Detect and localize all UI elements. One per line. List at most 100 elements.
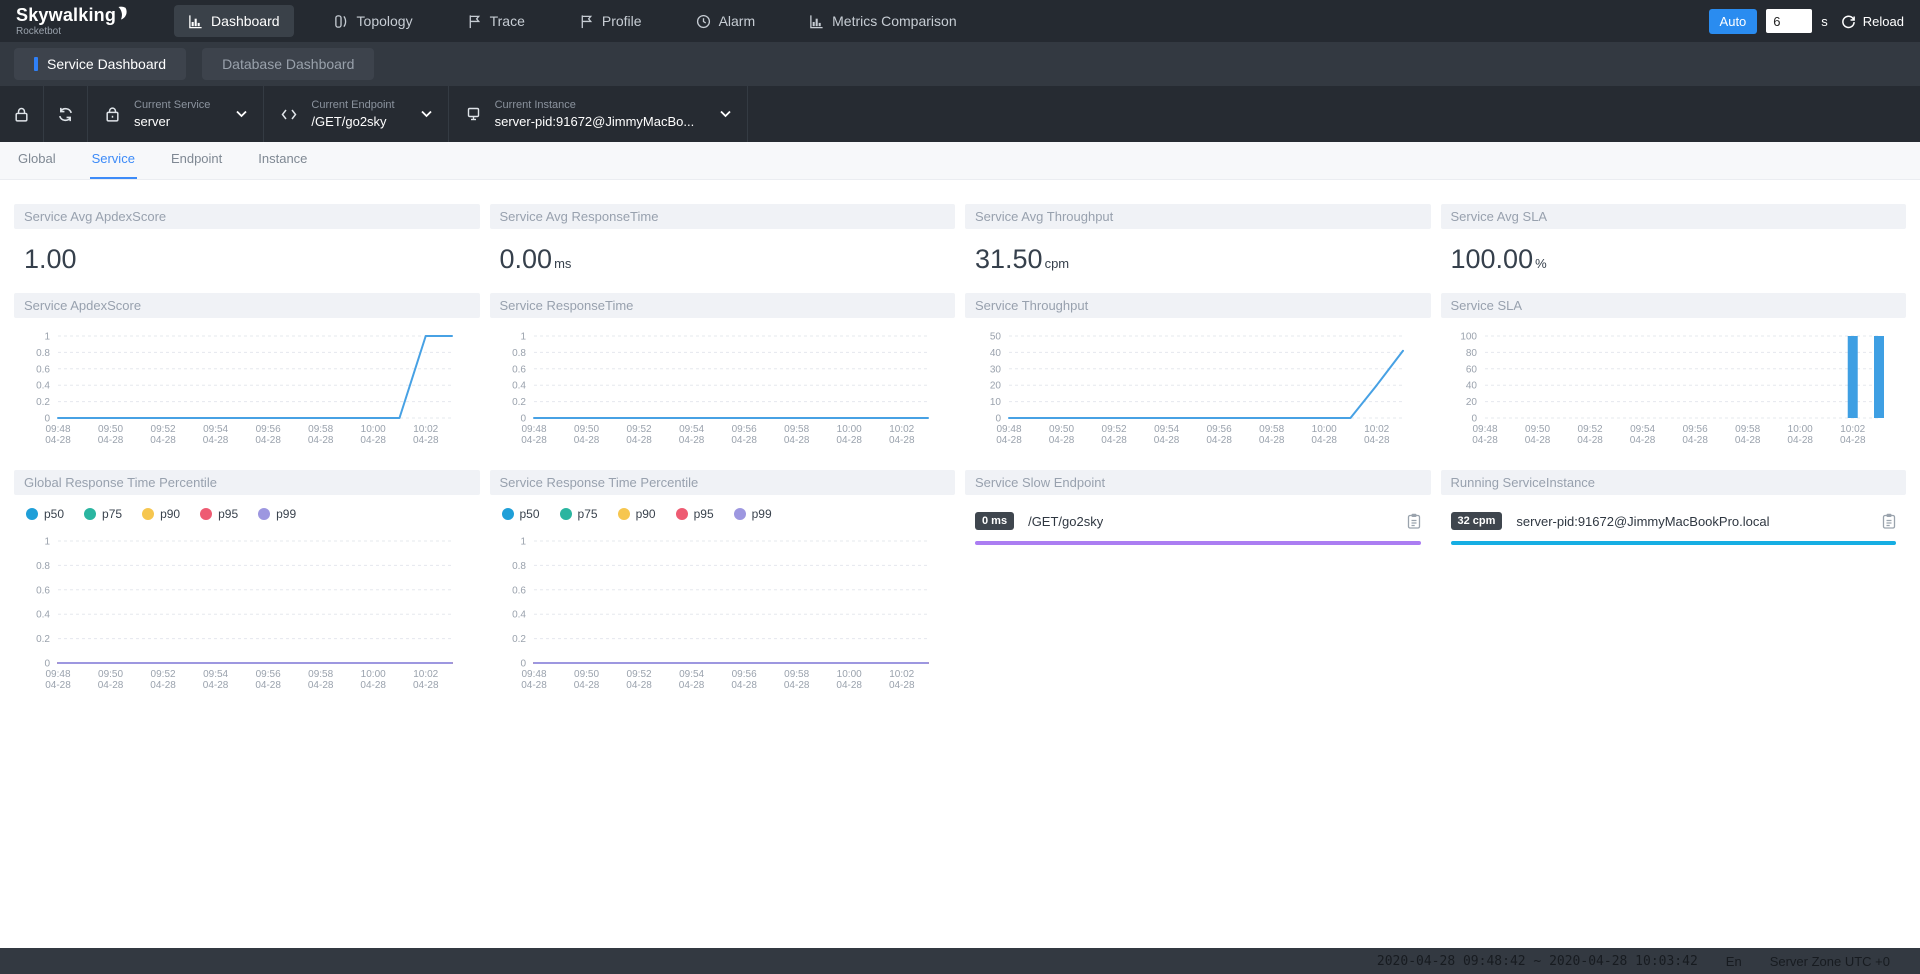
tab-database-dashboard[interactable]: Database Dashboard (202, 48, 374, 80)
legend-item[interactable]: p75 (560, 507, 598, 521)
svg-text:04-28: 04-28 (1154, 435, 1180, 446)
list-item: 0 ms /GET/go2sky (965, 495, 1431, 545)
copy-button[interactable] (1872, 513, 1896, 529)
nav-item-metrics-comparison[interactable]: Metrics Comparison (795, 5, 970, 37)
svg-text:04-28: 04-28 (98, 435, 124, 446)
chart-card-global-percentile: Global Response Time Percentile p50 p75 p9… (14, 470, 480, 695)
card-title: Service Avg Throughput (965, 204, 1431, 229)
svg-text:09:58: 09:58 (784, 424, 809, 435)
dash-tab-label: Database Dashboard (222, 56, 354, 72)
auto-button[interactable]: Auto (1709, 9, 1758, 34)
svg-text:09:48: 09:48 (996, 424, 1021, 435)
nav-item-label: Metrics Comparison (832, 13, 956, 29)
lock-icon (104, 106, 121, 123)
svg-text:1: 1 (44, 332, 50, 343)
legend-dot (84, 508, 96, 520)
lock-icon (13, 106, 30, 123)
nav-item-trace[interactable]: Trace (453, 5, 539, 37)
nav-item-profile[interactable]: Profile (565, 5, 656, 37)
nav-item-dashboard[interactable]: Dashboard (174, 5, 294, 37)
top-nav: Skywalking Rocketbot Dashboard Topology … (0, 0, 1920, 42)
chart-card-sla: Service SLA 02040608010009:4804-2809:500… (1441, 293, 1907, 450)
current-endpoint-select[interactable]: Current Endpoint /GET/go2sky (264, 86, 448, 142)
interval-input[interactable] (1766, 9, 1812, 33)
legend-label: p50 (520, 507, 540, 521)
copy-button[interactable] (1397, 513, 1421, 529)
legend-item[interactable]: p99 (258, 507, 296, 521)
footer-bar: 2020-04-28 09:48:42 ~ 2020-04-28 10:03:4… (0, 948, 1920, 974)
tab-service[interactable]: Service (90, 151, 137, 179)
legend-item[interactable]: p90 (142, 507, 180, 521)
svg-text:04-28: 04-28 (98, 680, 124, 691)
card-title: Service Avg SLA (1441, 204, 1907, 229)
legend-item[interactable]: p95 (200, 507, 238, 521)
current-instance-select[interactable]: Current Instance server-pid:91672@JimmyM… (449, 86, 749, 142)
chart-canvas[interactable]: 00.20.40.60.8109:4804-2809:5004-2809:520… (490, 523, 956, 695)
bar-chart-icon (188, 14, 203, 29)
legend-item[interactable]: p75 (84, 507, 122, 521)
svg-text:0.2: 0.2 (36, 397, 50, 408)
svg-text:04-28: 04-28 (783, 435, 809, 446)
svg-text:09:56: 09:56 (256, 424, 281, 435)
legend-item[interactable]: p95 (676, 507, 714, 521)
chart-canvas[interactable]: 00.20.40.60.8109:4804-2809:5004-2809:520… (14, 523, 480, 695)
tab-endpoint[interactable]: Endpoint (169, 151, 224, 179)
card-title: Global Response Time Percentile (14, 470, 480, 495)
svg-text:10:00: 10:00 (1312, 424, 1337, 435)
legend-dot (502, 508, 514, 520)
card-title: Service Avg ResponseTime (490, 204, 956, 229)
legend-item[interactable]: p50 (26, 507, 64, 521)
language-toggle[interactable]: En (1726, 954, 1742, 969)
svg-text:09:48: 09:48 (521, 669, 546, 680)
chart-card-apdex: Service ApdexScore 00.20.40.60.8109:4804… (14, 293, 480, 450)
time-range-picker[interactable]: 2020-04-28 09:48:42 ~ 2020-04-28 10:03:4… (1377, 954, 1698, 969)
lock-button[interactable] (0, 86, 44, 142)
sync-button[interactable] (44, 86, 88, 142)
server-zone-control[interactable]: Server Zone UTC +0 (1770, 954, 1890, 969)
chart-canvas[interactable]: 02040608010009:4804-2809:5004-2809:5204-… (1441, 318, 1907, 450)
tab-global[interactable]: Global (16, 151, 58, 179)
nav-item-alarm[interactable]: Alarm (682, 5, 770, 37)
chart-card-service-percentile: Service Response Time Percentile p50p75p… (490, 470, 956, 695)
instance-name[interactable]: server-pid:91672@JimmyMacBookPro.local (1516, 514, 1769, 529)
svg-text:09:54: 09:54 (203, 424, 228, 435)
legend-item[interactable]: p90 (618, 507, 656, 521)
selector-label: Current Instance (495, 99, 695, 111)
nav-item-topology[interactable]: Topology (320, 5, 427, 37)
svg-text:04-28: 04-28 (360, 435, 386, 446)
svg-text:09:48: 09:48 (521, 424, 546, 435)
svg-text:40: 40 (990, 348, 1002, 359)
nav-item-label: Topology (357, 13, 413, 29)
svg-text:04-28: 04-28 (626, 680, 652, 691)
app-logo[interactable]: Skywalking Rocketbot (16, 6, 128, 37)
chart-canvas[interactable]: 0102030405009:4804-2809:5004-2809:5204-2… (965, 318, 1431, 450)
reload-button[interactable]: Reload (1841, 14, 1904, 29)
tab-instance[interactable]: Instance (256, 151, 309, 179)
svg-text:09:54: 09:54 (679, 669, 704, 680)
svg-text:04-28: 04-28 (255, 435, 281, 446)
endpoint-name[interactable]: /GET/go2sky (1028, 514, 1103, 529)
legend-dot (142, 508, 154, 520)
legend-dot (200, 508, 212, 520)
legend-item[interactable]: p99 (734, 507, 772, 521)
flag-icon (467, 14, 482, 29)
svg-text:04-28: 04-28 (521, 435, 547, 446)
svg-text:1: 1 (44, 537, 50, 548)
svg-text:09:50: 09:50 (574, 424, 599, 435)
laptop-icon (465, 106, 482, 122)
legend-label: p95 (218, 507, 238, 521)
reload-label: Reload (1863, 14, 1904, 29)
svg-text:04-28: 04-28 (573, 680, 599, 691)
chart-canvas[interactable]: 00.20.40.60.8109:4804-2809:5004-2809:520… (14, 318, 480, 450)
svg-text:0.4: 0.4 (512, 610, 526, 621)
svg-text:10:00: 10:00 (836, 669, 861, 680)
selector-value: server-pid:91672@JimmyMacBo... (495, 114, 695, 129)
interval-unit: s (1821, 14, 1828, 29)
tab-service-dashboard[interactable]: Service Dashboard (14, 48, 186, 80)
chart-canvas[interactable]: 00.20.40.60.8109:4804-2809:5004-2809:520… (490, 318, 956, 450)
svg-text:04-28: 04-28 (1472, 435, 1498, 446)
legend-item[interactable]: p50 (502, 507, 540, 521)
legend-dot (676, 508, 688, 520)
svg-text:0: 0 (520, 414, 526, 425)
current-service-select[interactable]: Current Service server (88, 86, 264, 142)
